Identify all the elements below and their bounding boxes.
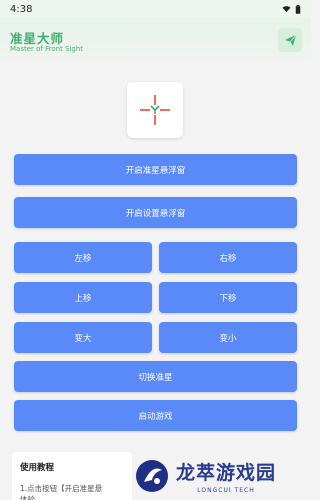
tutorial-title: 使用教程 bbox=[20, 463, 55, 473]
paper-plane-icon bbox=[284, 34, 296, 46]
battery-icon bbox=[295, 4, 301, 14]
status-time: 4:38 bbox=[10, 3, 33, 15]
tutorial-step-1: 1.点击按钮【开启准星悬 bbox=[20, 484, 103, 493]
enlarge-button[interactable]: 变大 bbox=[14, 322, 152, 353]
tutorial-card: 使用教程 1.点击按钮【开启准星悬 体验 bbox=[12, 452, 132, 500]
open-settings-overlay-button[interactable]: 开启设置悬浮窗 bbox=[14, 197, 297, 228]
watermark-subtitle: LONGCUI TECH bbox=[197, 487, 255, 494]
switch-crosshair-button[interactable]: 切换准星 bbox=[14, 361, 297, 392]
move-right-button[interactable]: 右移 bbox=[159, 242, 297, 273]
watermark-logo-icon bbox=[136, 460, 168, 492]
crosshair-preview[interactable] bbox=[127, 82, 183, 138]
move-up-button[interactable]: 上移 bbox=[14, 282, 152, 313]
app-subtitle: Master of Front Sight bbox=[10, 45, 84, 53]
move-down-button[interactable]: 下移 bbox=[159, 282, 297, 313]
open-crosshair-overlay-button[interactable]: 开启准星悬浮窗 bbox=[14, 154, 297, 185]
shrink-button[interactable]: 变小 bbox=[159, 322, 297, 353]
watermark-title: 龙萃游戏园 bbox=[176, 462, 277, 484]
wifi-icon bbox=[282, 6, 291, 13]
status-icons bbox=[282, 4, 301, 14]
crosshair-icon bbox=[140, 95, 170, 125]
move-left-button[interactable]: 左移 bbox=[14, 242, 152, 273]
launch-game-button[interactable]: 启动游戏 bbox=[14, 400, 297, 431]
share-button[interactable] bbox=[278, 28, 302, 52]
app-header: 准星大师 Master of Front Sight bbox=[0, 18, 311, 66]
status-bar: 4:38 bbox=[0, 0, 311, 18]
tutorial-step-1-continued: 体验 bbox=[20, 495, 35, 500]
watermark: 龙萃游戏园 LONGCUI TECH bbox=[134, 452, 311, 500]
